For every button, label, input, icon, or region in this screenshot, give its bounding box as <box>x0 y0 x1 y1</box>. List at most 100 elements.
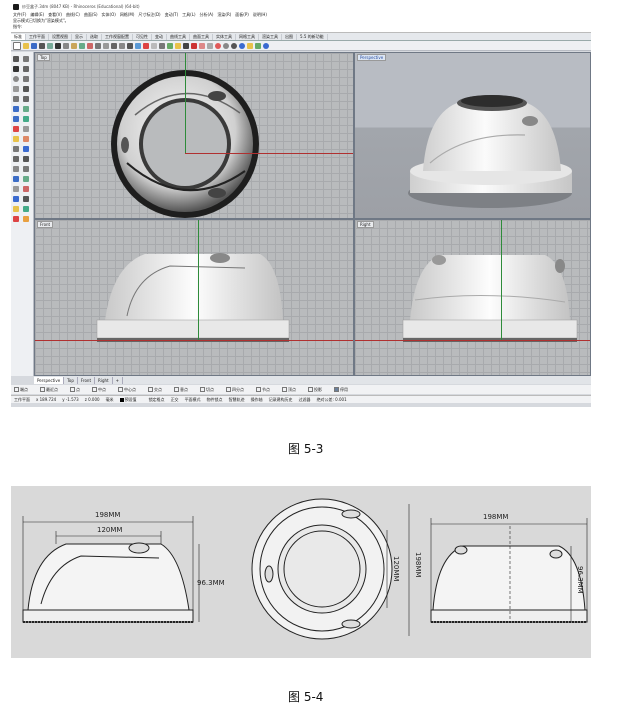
tab-render-tools[interactable]: 渲染工具 <box>259 34 282 40</box>
zoom-selected-icon[interactable] <box>127 42 133 49</box>
osnap-tangent[interactable]: 切点 <box>200 387 220 393</box>
menu-help[interactable]: 说明(H) <box>253 12 267 18</box>
menu-edit[interactable]: 编辑(E) <box>30 12 44 18</box>
zoom-extents-icon[interactable] <box>119 42 125 49</box>
warning-icon[interactable] <box>13 216 19 222</box>
paste-icon[interactable] <box>71 42 77 49</box>
menu-mesh[interactable]: 网格(M) <box>120 12 135 18</box>
viewport-top-label[interactable]: Top <box>37 54 50 61</box>
layer-icon[interactable] <box>191 42 197 49</box>
zoom-icon[interactable] <box>103 42 109 49</box>
osnap-project[interactable]: 投影 <box>308 387 328 393</box>
cut-icon[interactable] <box>55 42 61 49</box>
status-grid-snap[interactable]: 锁定格点 <box>149 397 165 403</box>
zoom-window-icon[interactable] <box>111 42 117 49</box>
ellipse-icon[interactable] <box>13 86 19 92</box>
polyline-icon[interactable] <box>13 66 19 72</box>
new-file-icon[interactable] <box>13 41 21 50</box>
osnap-end[interactable]: 端点 <box>14 387 34 393</box>
join-icon[interactable] <box>13 166 19 172</box>
xray-sphere-icon[interactable] <box>239 42 245 49</box>
render-sphere-icon[interactable] <box>215 42 221 49</box>
menu-panels[interactable]: 面板(P) <box>235 12 249 18</box>
tab-cplanes[interactable]: 工作平面 <box>26 34 49 40</box>
command-area[interactable]: 显示模式已切换为"渲染模式"。 指令: <box>11 18 591 33</box>
status-osnap[interactable]: 物件锁点 <box>207 397 223 403</box>
menu-analyze[interactable]: 分析(A) <box>200 12 214 18</box>
hide-icon[interactable] <box>167 42 173 49</box>
menu-transform[interactable]: 变动(T) <box>165 12 179 18</box>
rotate-view-icon[interactable] <box>95 42 101 49</box>
tab-visibility[interactable]: 可见性 <box>133 34 152 40</box>
select-icon[interactable] <box>151 42 157 49</box>
menu-surface[interactable]: 曲面(S) <box>84 12 98 18</box>
status-ortho[interactable]: 正交 <box>171 397 179 403</box>
wire-sphere-icon[interactable] <box>223 42 229 49</box>
check-icon[interactable] <box>23 206 29 212</box>
status-history[interactable]: 记录建构历史 <box>269 397 293 403</box>
tab-solid-tools[interactable]: 实体工具 <box>213 34 236 40</box>
array-icon[interactable] <box>23 146 29 152</box>
vp-tab-add[interactable]: + <box>113 376 123 384</box>
tab-mesh-tools[interactable]: 网格工具 <box>236 34 259 40</box>
menu-render[interactable]: 渲染(R) <box>217 12 231 18</box>
menu-dimension[interactable]: 尺寸标注(D) <box>138 12 160 18</box>
menu-view[interactable]: 查看(V) <box>48 12 62 18</box>
solid-box-icon[interactable] <box>13 116 19 122</box>
menu-curve[interactable]: 曲线(C) <box>66 12 80 18</box>
status-smarttrack[interactable]: 智慧轨迹 <box>229 397 245 403</box>
osnap-knot[interactable]: 节点 <box>256 387 276 393</box>
viewport-perspective-label[interactable]: Perspective <box>357 54 387 61</box>
light-tool-icon[interactable] <box>13 136 19 142</box>
polygon-icon[interactable] <box>13 96 19 102</box>
tab-surface-tools[interactable]: 曲面工具 <box>190 34 213 40</box>
block-icon[interactable] <box>13 206 19 212</box>
dimension-icon[interactable] <box>23 136 29 142</box>
menu-file[interactable]: 文件(F) <box>13 12 26 18</box>
osnap-center[interactable]: 中心点 <box>118 387 142 393</box>
viewport-right[interactable]: Right <box>354 219 591 376</box>
curve-icon[interactable] <box>23 66 29 72</box>
osnap-near[interactable]: 最近点 <box>40 387 64 393</box>
vp-tab-top[interactable]: Top <box>64 376 78 384</box>
tab-set-view[interactable]: 设置视图 <box>49 34 72 40</box>
viewport-top[interactable]: Top <box>34 52 354 219</box>
viewport-right-label[interactable]: Right <box>357 221 374 228</box>
properties-icon[interactable] <box>199 42 205 49</box>
menu-tools[interactable]: 工具(L) <box>182 12 195 18</box>
light-icon[interactable] <box>175 42 181 49</box>
viewport-front-label[interactable]: Front <box>37 221 54 228</box>
vp-tab-perspective[interactable]: Perspective <box>34 376 65 384</box>
curvature-icon[interactable] <box>13 196 19 202</box>
open-file-icon[interactable] <box>23 42 29 49</box>
osnap-intersection[interactable]: 交点 <box>148 387 168 393</box>
project-icon[interactable] <box>13 186 19 192</box>
surface-icon[interactable] <box>13 106 19 112</box>
help-icon[interactable] <box>263 42 269 49</box>
offset-icon[interactable] <box>23 176 29 182</box>
osnap-point[interactable]: 点 <box>70 387 86 393</box>
command-prompt[interactable]: 指令: <box>11 24 591 30</box>
shade-icon[interactable] <box>207 42 213 49</box>
ghost-sphere-icon[interactable] <box>231 42 237 49</box>
status-layer[interactable]: 预设值 <box>119 397 143 403</box>
tab-select[interactable]: 选取 <box>87 34 102 40</box>
loft-icon[interactable] <box>23 106 29 112</box>
lock-icon[interactable] <box>183 42 189 49</box>
vp-tab-right[interactable]: Right <box>95 376 113 384</box>
viewport-perspective[interactable]: Perspective <box>354 52 591 219</box>
tab-new-in-55[interactable]: 5.5 的新功能 <box>297 34 328 40</box>
save-icon[interactable] <box>31 42 37 49</box>
material-icon[interactable] <box>247 42 253 49</box>
tab-display[interactable]: 显示 <box>72 34 87 40</box>
tab-curve-tools[interactable]: 曲线工具 <box>167 34 190 40</box>
tab-viewport-layout[interactable]: 工作视窗配置 <box>102 34 133 40</box>
osnap-vertex[interactable]: 顶点 <box>282 387 302 393</box>
menu-solid[interactable]: 实体(O) <box>102 12 116 18</box>
text-icon[interactable] <box>23 96 29 102</box>
point-icon[interactable] <box>23 56 29 62</box>
mesh-icon[interactable] <box>23 126 29 132</box>
copy-icon[interactable] <box>63 42 69 49</box>
explode-icon[interactable] <box>23 166 29 172</box>
options-icon[interactable] <box>255 42 261 49</box>
